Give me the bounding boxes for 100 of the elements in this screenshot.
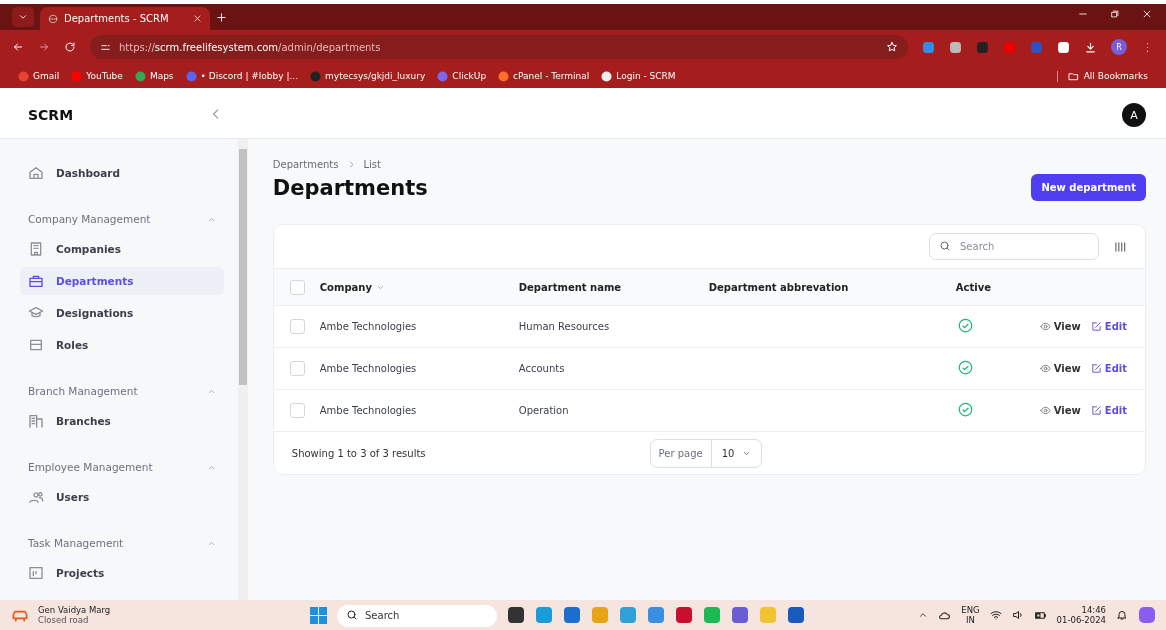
profile-avatar[interactable]: R [1111,39,1127,55]
view-link[interactable]: View [1039,321,1081,332]
eye-icon [1039,363,1051,374]
row-checkbox[interactable] [289,361,305,376]
bookmark-link[interactable]: mytecsys/gkjdi_luxury [310,70,426,82]
extension-icon[interactable] [949,40,962,54]
browser-tab[interactable]: Departments - SCRM [40,7,210,30]
select-all-checkbox[interactable] [289,279,305,295]
eye-icon [1039,405,1051,416]
column-header: Department name [518,281,623,293]
clock-time[interactable]: 14:46 [1081,604,1106,615]
bookmark-favicon-icon [18,70,29,82]
row-checkbox[interactable] [289,403,305,418]
search-field[interactable]: Search [929,233,1099,260]
close-icon [1142,9,1152,19]
folder-icon [1067,70,1079,82]
bookmark-link[interactable]: cPanel - Terminal [498,70,590,82]
user-avatar[interactable]: A [1122,103,1146,127]
building-icon [28,241,44,257]
columns-icon [1113,239,1127,254]
column-header[interactable]: Company [319,281,372,293]
breadcrumb-current: List [363,159,381,170]
bookmark-favicon-icon [310,70,322,82]
sidebar-group-header[interactable]: Employee Management [20,457,224,477]
buildings-icon [28,413,44,429]
bookmark-link[interactable]: YouTube [71,70,123,82]
edit-icon [1090,363,1102,374]
tab-search-button[interactable] [12,7,34,27]
bookmark-favicon-icon [185,70,197,82]
edit-icon [1090,321,1102,332]
new-department-button[interactable]: New department [1031,174,1146,201]
table-cell-text: Ambe Technologies [319,321,418,332]
weather-subtitle: Closed road [38,615,90,626]
taskbar-search-field[interactable]: Search [337,604,497,627]
bookmark-link[interactable]: Maps [134,70,174,82]
copilot-icon[interactable] [1138,606,1156,624]
sidebar-item[interactable]: Departments [20,267,224,295]
results-summary: Showing 1 to 3 of 3 results [291,447,426,459]
clock-date[interactable]: 01-06-2024 [1056,615,1106,626]
edit-link[interactable]: Edit [1090,405,1127,416]
sidebar-item[interactable]: Branches [20,407,224,435]
windows-start-icon[interactable] [310,606,327,624]
language-label[interactable]: ENG [961,604,980,615]
chevron-down-icon [18,12,28,22]
star-icon [886,41,898,53]
edit-link[interactable]: Edit [1090,363,1127,374]
edit-icon [1090,405,1102,416]
bell-icon [1116,609,1128,621]
home-icon [28,165,44,181]
view-link[interactable]: View [1039,405,1081,416]
download-icon [1084,40,1097,54]
bookmark-link[interactable]: Login - SCRM [601,70,676,82]
back-arrow-icon [12,41,24,53]
bookmark-favicon-icon [601,70,613,82]
address-bar[interactable]: https://scrm.freelifesystem.com/admin/departments [90,35,908,59]
board-icon [28,565,44,581]
restore-icon [1110,9,1120,19]
tray-icon [28,337,44,353]
bookmark-favicon-icon [437,70,449,82]
table-cell-text: Ambe Technologies [319,363,418,374]
row-checkbox[interactable] [289,319,305,334]
wifi-icon [989,609,1002,621]
per-page-select[interactable]: Per page 10 [649,438,763,468]
taskbar-app-icon[interactable] [675,606,693,624]
taskbar-app-icon[interactable] [507,606,525,624]
close-icon [193,14,202,23]
sidebar-group-header[interactable]: Company Management [20,209,224,229]
bookmark-link[interactable]: ClickUp [437,70,487,82]
bookmark-link[interactable]: • Discord | #lobby |... [185,70,299,82]
extension-icon[interactable] [1057,40,1070,54]
search-icon [939,240,951,252]
scrollbar[interactable] [237,139,248,600]
chevron-up-icon [918,610,929,620]
view-link[interactable]: View [1039,363,1081,374]
bookmark-favicon-icon [71,70,83,82]
region-label[interactable]: IN [966,615,975,626]
sidebar-group-header[interactable]: Branch Management [20,381,224,401]
sidebar-item[interactable]: Projects [20,559,224,587]
table-cell-text: Operation [518,405,570,416]
table-cell-text: Human Resources [518,321,611,332]
brand-name: SCRM [28,107,74,123]
edit-link[interactable]: Edit [1090,321,1127,332]
weather-title: Gen Vaidya Marg [38,604,111,615]
bookmark-link[interactable]: Gmail [18,70,60,82]
breadcrumb-link[interactable]: Departments [272,159,339,170]
forward-arrow-icon [38,41,50,53]
all-bookmarks-link[interactable]: All Bookmarks [1056,70,1148,82]
users-icon [28,489,44,505]
sidebar-item[interactable]: Dashboard [20,159,224,187]
taskbar-app-icon[interactable] [787,606,805,624]
sidebar-item[interactable]: Companies [20,235,224,263]
sidebar-item[interactable]: Roles [20,331,224,359]
sidebar-group-header[interactable]: Task Management [20,533,224,553]
bookmark-favicon-icon [134,70,146,82]
sidebar-item[interactable]: Users [20,483,224,511]
sidebar-item[interactable]: Designations [20,299,224,327]
page-title: Departments [272,175,428,200]
speaker-icon [1011,609,1024,621]
table-cell-text: Accounts [518,363,566,374]
briefcase-icon [28,273,44,289]
